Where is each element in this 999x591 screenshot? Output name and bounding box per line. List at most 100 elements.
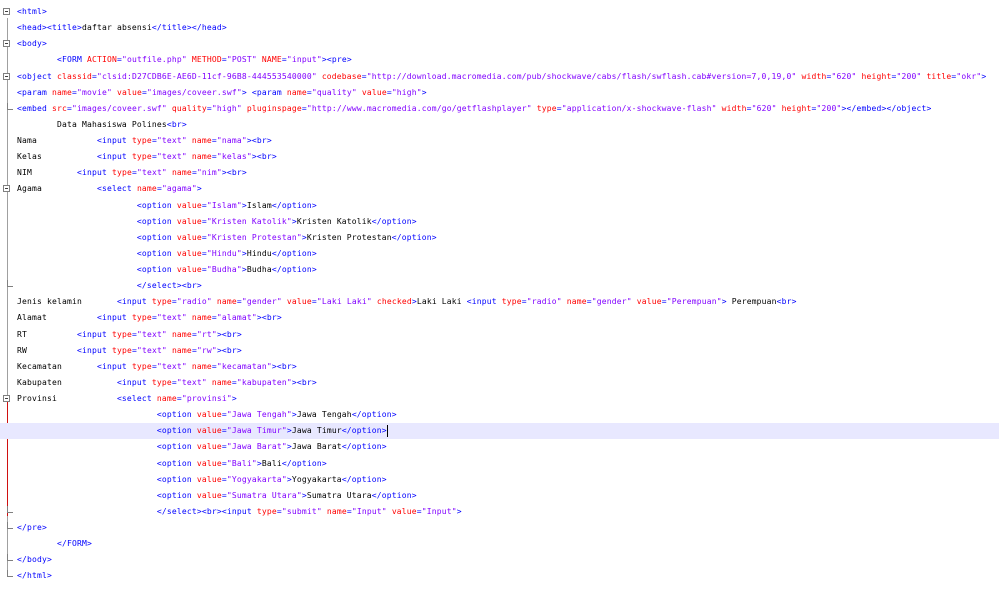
code-token: value [636,297,662,307]
code-line[interactable]: <html> [0,4,999,20]
code-token: width [801,71,827,81]
code-editor[interactable]: <html> <head><title>daftar absensi</title… [0,0,999,591]
code-line[interactable]: <option value="Jawa Tengah">Jawa Tengah<… [0,407,999,423]
fold-toggle-icon[interactable] [3,72,10,80]
code-text: <option value="Jawa Tengah">Jawa Tengah<… [17,407,397,423]
code-text: <option value="Sumatra Utara">Sumatra Ut… [17,488,417,504]
code-token: name [566,297,587,307]
code-token: name [171,329,192,339]
code-line[interactable]: </pre> [0,520,999,536]
code-line[interactable]: <FORM ACTION="outfile.php" METHOD="POST"… [0,52,999,68]
code-line[interactable]: Jenis kelamin <input type="radio" name="… [0,294,999,310]
code-token: </select><br><input [156,506,257,516]
fold-toggle-icon[interactable] [3,8,10,15]
code-token: > [456,506,462,516]
code-token: "http://www.macromedia.com/go/getflashpl… [306,103,532,113]
code-token: "Input" [421,506,457,516]
code-line[interactable]: </select><br><input type="submit" name="… [0,504,999,520]
code-line[interactable]: RW <input type="text" name="rw"><br> [0,343,999,359]
code-line[interactable]: Provinsi <select name="provinsi"> [0,391,999,407]
code-line[interactable]: Nama <input type="text" name="nama"><br> [0,133,999,149]
code-line[interactable]: RT <input type="text" name="rt"><br> [0,327,999,343]
code-token: "movie" [76,87,112,97]
fold-toggle-icon[interactable] [3,185,10,193]
code-text: <option value="Islam">Islam</option> [17,198,317,214]
code-line[interactable]: </html> [0,568,999,584]
code-line[interactable]: </select><br> [0,278,999,294]
code-token: </option> [271,200,317,210]
code-lines[interactable]: <html> <head><title>daftar absensi</title… [0,4,999,585]
code-line[interactable]: </FORM> [0,536,999,552]
code-text: </pre> [17,520,47,536]
code-token: value [196,410,222,420]
code-line[interactable]: <option value="Jawa Timur">Jawa Timur</o… [0,423,999,440]
code-token: Laki Laki [416,297,467,307]
code-line[interactable]: Agama <select name="agama"> [0,181,999,197]
code-line[interactable]: <option value="Kristen Katolik">Kristen … [0,214,999,230]
code-token: title [926,71,952,81]
code-token: "rt" [196,329,217,339]
fold-end-marker-icon [7,280,13,288]
fold-toggle-icon[interactable] [3,395,10,402]
code-token: <input [96,136,132,145]
code-token: <option [156,458,197,468]
code-line[interactable]: <option value="Islam">Islam</option> [0,198,999,214]
code-text: Alamat <input type="text" name="alamat">… [17,310,282,326]
fold-toggle-icon[interactable] [3,40,10,48]
code-line[interactable]: Kabupaten <input type="text" name="kabup… [0,375,999,391]
code-line[interactable]: <embed src="images/coveer.swf" quality="… [0,101,999,117]
code-token: <input [76,168,112,178]
code-token: daftar absensi [81,23,152,33]
code-line[interactable]: </body> [0,552,999,568]
code-line[interactable]: Kecamatan <input type="text" name="kecam… [0,359,999,375]
code-token: <br> [166,119,187,129]
code-token: Agama [17,184,97,194]
code-token: > [721,297,732,307]
code-line[interactable]: Alamat <input type="text" name="alamat">… [0,310,999,326]
code-token: name [191,361,212,371]
code-line[interactable]: <option value="Kristen Protestan">Kriste… [0,230,999,246]
code-line[interactable]: <option value="Bali">Bali</option> [0,456,999,472]
code-line[interactable]: Data Mahasiswa Polines<br> [0,117,999,133]
code-token: </option> [271,265,317,274]
code-token: name [51,87,72,97]
code-token: > [421,87,427,97]
code-token: type [536,103,557,113]
code-token: "text" [136,329,167,339]
code-line[interactable]: <option value="Hindu">Hindu</option> [0,246,999,262]
code-line[interactable]: NIM <input type="text" name="nim"><br> [0,165,999,181]
code-token: <option [136,265,177,274]
code-token: <option [156,442,197,452]
code-text: <option value="Yogyakarta">Yogyakarta</o… [17,472,387,488]
code-line[interactable]: <option value="Budha">Budha</option> [0,262,999,278]
code-line[interactable]: <option value="Jawa Barat">Jawa Barat</o… [0,439,999,455]
code-token: </title></head> [151,23,227,33]
code-token: Kelas [17,152,97,162]
code-line[interactable]: Kelas <input type="text" name="kelas"><b… [0,149,999,165]
code-token: "outfile.php" [121,55,187,65]
code-line[interactable]: <param name="movie" value="images/coveer… [0,85,999,101]
code-token: value [196,474,222,484]
code-token: "input" [286,55,322,65]
code-text: <object classid="clsid:D27CDB6E-AE6D-11c… [17,69,986,85]
code-token: value [391,506,417,516]
code-line[interactable]: <object classid="clsid:D27CDB6E-AE6D-11c… [0,69,999,85]
code-line[interactable]: <body> [0,36,999,52]
code-line[interactable]: <option value="Sumatra Utara">Sumatra Ut… [0,488,999,504]
code-token: "text" [156,313,187,323]
code-token: classid [56,71,92,81]
code-token: value [286,297,312,307]
code-line[interactable]: <head><title>daftar absensi</title></hea… [0,20,999,36]
code-token: "text" [176,377,207,387]
code-line[interactable]: <option value="Yogyakarta">Yogyakarta</o… [0,472,999,488]
code-token: Kristen Protestan [306,232,392,242]
code-text: </body> [17,552,52,568]
code-token: "Jawa Barat" [226,442,287,452]
code-token: "agama" [161,184,197,194]
code-token: </html> [17,571,52,581]
code-token: value [176,216,202,226]
